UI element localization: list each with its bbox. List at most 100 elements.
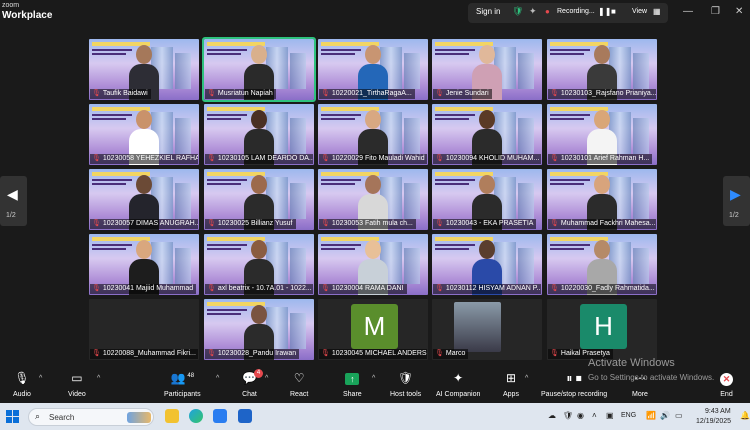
host-tools-button[interactable]: 🛡 Host tools xyxy=(390,371,421,398)
sparkle-icon[interactable]: ✦ xyxy=(529,6,537,17)
end-button[interactable]: ✕ End xyxy=(720,371,733,398)
participant-name: 🎙 10230057 DIMAS ANUGRAH... xyxy=(90,219,198,229)
participant-name: 🎙 10230045 MICHAEL ANDERS... xyxy=(319,349,427,359)
participant-tile[interactable]: 🎙 10220029 Fito Mauladi Wahid xyxy=(318,104,428,165)
participant-tile[interactable]: 🎙 10230058 YEHEZKIEL RAFHA... xyxy=(89,104,199,165)
apps-button[interactable]: ⊞ Apps xyxy=(503,371,519,398)
minimize-icon[interactable]: — xyxy=(683,6,693,17)
audio-button[interactable]: 🎙 Audio xyxy=(13,371,31,398)
end-x-icon: ✕ xyxy=(720,373,733,386)
view-grid-icon[interactable]: ▦ xyxy=(653,7,661,16)
video-button[interactable]: ▭ Video xyxy=(68,371,86,398)
participants-button[interactable]: 👥 48 Participants xyxy=(164,371,201,398)
participant-head xyxy=(136,45,152,64)
participant-head xyxy=(251,45,267,64)
mic-muted-icon: 🎙 xyxy=(321,220,330,227)
participant-name-text: 10230058 YEHEZKIEL RAFHA... xyxy=(102,155,198,162)
prev-page-button[interactable]: ◀ 1/2 xyxy=(0,176,27,226)
virtual-background-text xyxy=(207,179,247,181)
chat-options-caret[interactable]: ^ xyxy=(265,375,268,382)
participant-name: 🎙 10220029 Fito Mauladi Wahid xyxy=(319,154,427,164)
next-page-button[interactable]: ▶ 1/2 xyxy=(723,176,750,226)
clock-date[interactable]: 12/19/2025 xyxy=(696,418,731,425)
stop-icon[interactable]: ■ xyxy=(611,7,616,16)
participant-tile[interactable]: 🎙 10220021_TirthaRagaA... xyxy=(318,39,428,100)
participant-tile[interactable]: 🎙 10230025 Billianz Yusuf xyxy=(204,169,314,230)
participant-tile[interactable]: 🎙 10230103_Rajsfano Prianiya... xyxy=(547,39,657,100)
chat-button[interactable]: 💬 4 Chat xyxy=(242,369,263,398)
speaker-icon[interactable]: 🔊 xyxy=(660,411,670,420)
shield-check-icon[interactable]: 🛡 xyxy=(512,6,523,17)
participant-tile[interactable]: M 🎙 10230045 MICHAEL ANDERS... xyxy=(318,299,428,360)
participant-tile[interactable]: 🎙 axl beatrix - 10.7A.01 - 1022... xyxy=(204,234,314,295)
virtual-background-text xyxy=(207,49,247,51)
security-icon[interactable]: 🛡 xyxy=(563,411,573,420)
participant-tile[interactable]: 🎙 10230101 Arief Rahman H... xyxy=(547,104,657,165)
mic-muted-icon: 🎙 xyxy=(92,155,101,162)
wifi-icon[interactable]: 📶 xyxy=(646,411,656,420)
restore-icon[interactable]: ❐ xyxy=(711,6,720,17)
windows-start-icon[interactable] xyxy=(6,410,19,423)
clock-time[interactable]: 9:43 AM xyxy=(705,408,731,415)
video-options-caret[interactable]: ^ xyxy=(97,375,100,382)
participant-name-text: 10230045 MICHAEL ANDERS... xyxy=(331,350,427,357)
apps-options-caret[interactable]: ^ xyxy=(525,375,528,382)
ai-companion-button[interactable]: ✦ AI Companion xyxy=(436,371,480,398)
participant-name-text: Taufik Baidawi xyxy=(102,90,148,97)
participant-tile[interactable]: 🎙 10220030_Fadly Rahmatida... xyxy=(547,234,657,295)
participant-tile[interactable]: 🎙 Musriatun Napiah xyxy=(202,37,316,102)
app-brand: zoom xyxy=(2,2,20,9)
participant-name: 🎙 10230028_Pandu Irawan xyxy=(205,349,300,359)
virtual-background-text xyxy=(321,49,361,51)
participant-tile[interactable]: 🎙 Marco xyxy=(432,299,542,360)
input-language[interactable]: ENG xyxy=(621,412,636,419)
participant-tile[interactable]: 🎙 10220088_Muhammad Fikri... xyxy=(89,299,199,360)
close-icon[interactable]: ✕ xyxy=(735,6,743,17)
virtual-background-text xyxy=(207,53,241,55)
participant-tile[interactable]: 🎙 10230105 LAM DEARDO DA... xyxy=(204,104,314,165)
zoom-tray-icon[interactable]: ◉ xyxy=(577,411,584,420)
audio-options-caret[interactable]: ^ xyxy=(39,375,42,382)
mic-muted-icon: 🎙 xyxy=(435,220,444,227)
mic-muted-icon: 🎙 xyxy=(435,285,444,292)
share-options-caret[interactable]: ^ xyxy=(372,375,375,382)
participant-tile[interactable]: 🎙 10230057 DIMAS ANUGRAH... xyxy=(89,169,199,230)
participant-name-text: Muhammad Fackhri Mahesa... xyxy=(560,220,656,227)
virtual-background-text xyxy=(550,183,584,185)
participant-tile[interactable]: 🎙 10230094 KHOLID MUHAM... xyxy=(432,104,542,165)
participant-tile[interactable]: 🎙 10230028_Pandu Irawan xyxy=(204,299,314,360)
participant-tile[interactable]: 🎙 10230041 Majiid Muhammad xyxy=(89,234,199,295)
edge-browser-icon[interactable] xyxy=(189,409,203,423)
store-app-icon[interactable] xyxy=(238,409,252,423)
participant-tile[interactable]: 🎙 Muhammad Fackhri Mahesa... xyxy=(547,169,657,230)
react-button[interactable]: ♡ React xyxy=(290,371,308,398)
participant-tile[interactable]: 🎙 10230004 RAMA DANI xyxy=(318,234,428,295)
onedrive-icon[interactable]: ☁ xyxy=(548,411,556,420)
mic-muted-icon: 🎙 xyxy=(207,285,216,292)
participant-tile[interactable]: 🎙 10230112 HISYAM ADNAN P... xyxy=(432,234,542,295)
taskbar-search[interactable]: ⌕ Search xyxy=(28,408,154,426)
chevron-up-icon[interactable]: ˄ xyxy=(592,411,597,420)
participant-tile[interactable]: 🎙 Taufik Baidawi xyxy=(89,39,199,100)
participant-name-text: 10230057 DIMAS ANUGRAH... xyxy=(102,220,198,227)
pause-icon[interactable]: ❚❚ xyxy=(598,7,611,16)
participant-name: 🎙 Haikal Prasetya xyxy=(548,349,613,359)
participants-options-caret[interactable]: ^ xyxy=(216,375,219,382)
app-tray-icon[interactable]: ▣ xyxy=(606,411,614,420)
share-button[interactable]: ↑ Share xyxy=(343,371,362,398)
participant-tile[interactable]: 🎙 Jenie Sundari xyxy=(432,39,542,100)
file-explorer-icon[interactable] xyxy=(165,409,179,423)
battery-icon[interactable]: ▭ xyxy=(675,411,683,420)
participant-tile[interactable]: 🎙 10230053 Fatih mula ch... xyxy=(318,169,428,230)
page-indicator-left: 1/2 xyxy=(6,212,16,219)
participant-name-text: 10220029 Fito Mauladi Wahid xyxy=(331,155,425,162)
mic-muted-icon: 🎙 xyxy=(435,90,444,97)
zoom-app-icon[interactable] xyxy=(213,409,227,423)
virtual-background-text xyxy=(435,49,475,51)
participant-tile[interactable]: 🎙 10230043 - EKA PRASETIA xyxy=(432,169,542,230)
participant-tile[interactable]: H 🎙 Haikal Prasetya xyxy=(547,299,657,360)
notification-bell-icon[interactable]: 🔔 xyxy=(740,411,750,420)
view-button[interactable]: View xyxy=(632,8,647,15)
signin-link[interactable]: Sign in xyxy=(476,7,500,16)
page-indicator-right: 1/2 xyxy=(729,212,739,219)
